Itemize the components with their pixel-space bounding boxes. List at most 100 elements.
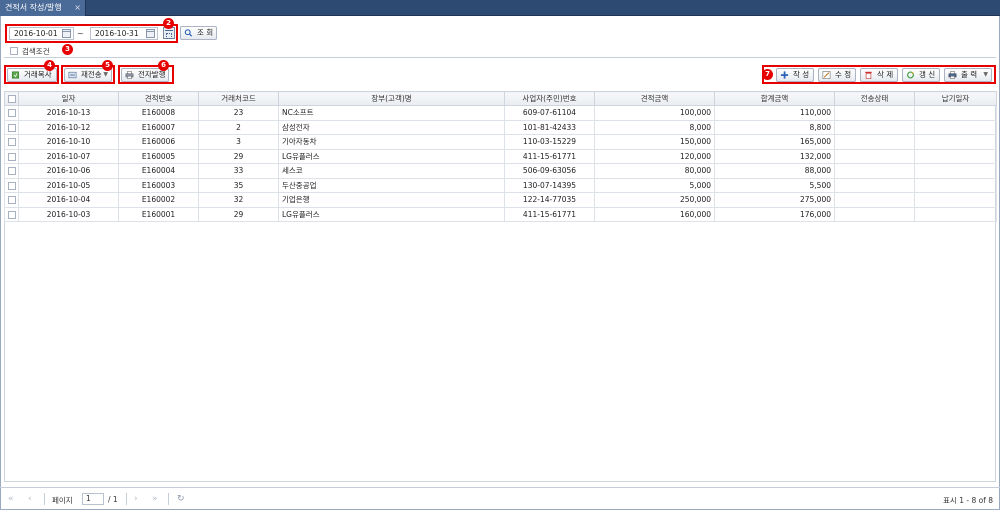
row-checkbox[interactable] (8, 152, 16, 161)
table-row[interactable]: 2016-10-06 E160004 33 세스코 506-09-63056 80,000… (4, 163, 997, 179)
first-page-button[interactable]: « (8, 494, 14, 504)
table-cell[interactable]: E160005 (118, 148, 199, 164)
table-cell[interactable] (914, 163, 997, 179)
table-cell[interactable]: 100,000 (594, 105, 715, 121)
table-row[interactable]: 2016-10-07 E160005 29 LG유플러스 411-15-61771 120… (4, 148, 997, 164)
column-header[interactable]: 납기일자 (914, 91, 997, 106)
row-checkbox[interactable] (8, 196, 16, 204)
row-checkbox[interactable] (8, 181, 16, 190)
table-cell[interactable] (834, 148, 915, 164)
column-header[interactable]: 견적금액 (594, 91, 715, 106)
column-header[interactable]: 장부(고객)명 (278, 91, 505, 106)
table-cell[interactable]: 2016-10-05 (18, 177, 119, 193)
table-cell[interactable]: 32 (198, 192, 279, 208)
renew-button[interactable]: 갱 신 (902, 68, 940, 82)
tab-quote-issue[interactable]: 견적서 작성/발행 × (0, 0, 86, 16)
row-checkbox[interactable] (8, 123, 16, 132)
table-row[interactable]: 2016-10-12 E160007 2 삼성전자 101-81-42433 8,000 8… (4, 119, 997, 135)
table-cell[interactable]: 기업은행 (278, 192, 505, 208)
table-cell[interactable]: 411-15-61771 (504, 206, 595, 222)
refresh-icon[interactable]: ↻ (177, 494, 185, 504)
last-page-button[interactable]: » (152, 494, 158, 504)
table-cell[interactable]: 609-07-61104 (504, 105, 595, 121)
table-cell[interactable]: E160004 (118, 163, 199, 179)
table-cell[interactable]: 35 (198, 177, 279, 193)
table-cell[interactable]: 2016-10-13 (18, 105, 119, 121)
table-cell[interactable] (834, 163, 915, 179)
table-cell[interactable]: 23 (198, 105, 279, 121)
table-cell[interactable] (834, 192, 915, 208)
table-cell[interactable] (834, 206, 915, 222)
row-checkbox[interactable] (8, 138, 16, 146)
table-cell[interactable]: NC소프트 (278, 105, 505, 121)
table-cell[interactable]: 2016-10-04 (18, 192, 119, 208)
table-cell[interactable]: 2 (198, 119, 279, 135)
table-row[interactable]: 2016-10-05 E160003 35 두산중공업 130-07-14395 5,00… (4, 177, 997, 193)
table-cell[interactable]: E160003 (118, 177, 199, 193)
create-button[interactable]: 작 성 (776, 68, 814, 82)
table-cell[interactable]: LG유플러스 (278, 206, 505, 222)
search-button[interactable]: 조 회 (180, 26, 217, 40)
table-cell[interactable]: 110-03-15229 (504, 134, 595, 150)
table-cell[interactable]: 8,000 (594, 119, 715, 135)
table-cell[interactable]: 80,000 (594, 163, 715, 179)
search-condition-checkbox[interactable] (10, 47, 18, 55)
table-cell[interactable]: 29 (198, 148, 279, 164)
table-cell[interactable]: 두산중공업 (278, 177, 505, 193)
column-header[interactable]: 전송상태 (834, 91, 915, 106)
table-cell[interactable]: E160007 (118, 119, 199, 135)
table-row[interactable]: 2016-10-04 E160002 32 기업은행 122-14-77035 250,0… (4, 192, 997, 208)
table-row[interactable]: 2016-10-03 E160001 29 LG유플러스 411-15-61771 160… (4, 206, 997, 222)
table-cell[interactable] (834, 134, 915, 150)
table-cell[interactable] (834, 119, 915, 135)
table-cell[interactable] (834, 177, 915, 193)
table-cell[interactable]: 176,000 (714, 206, 835, 222)
table-cell[interactable] (834, 105, 915, 121)
table-cell[interactable]: 411-15-61771 (504, 148, 595, 164)
table-cell[interactable] (914, 148, 997, 164)
column-header[interactable]: 일자 (18, 91, 119, 106)
table-cell[interactable]: E160008 (118, 105, 199, 121)
table-cell[interactable]: 132,000 (714, 148, 835, 164)
table-row[interactable]: 2016-10-10 E160006 3 기아자동차 110-03-15229 150,0… (4, 134, 997, 150)
table-cell[interactable]: 29 (198, 206, 279, 222)
table-cell[interactable]: 2016-10-07 (18, 148, 119, 164)
table-cell[interactable] (914, 119, 997, 135)
table-cell[interactable]: 88,000 (714, 163, 835, 179)
edit-button[interactable]: 수 정 (818, 68, 856, 82)
table-cell[interactable]: 250,000 (594, 192, 715, 208)
chevron-down-icon[interactable]: ▼ (983, 69, 988, 81)
table-cell[interactable]: 2016-10-12 (18, 119, 119, 135)
table-row[interactable]: 2016-10-13 E160008 23 NC소프트 609-07-61104 100,… (4, 105, 997, 121)
prev-page-button[interactable]: ‹ (28, 494, 32, 504)
table-cell[interactable] (914, 134, 997, 150)
table-cell[interactable]: 130-07-14395 (504, 177, 595, 193)
table-cell[interactable]: 2016-10-06 (18, 163, 119, 179)
table-cell[interactable]: 33 (198, 163, 279, 179)
select-all-checkbox[interactable] (8, 95, 16, 103)
table-cell[interactable]: E160002 (118, 192, 199, 208)
next-page-button[interactable]: › (134, 494, 138, 504)
row-checkbox[interactable] (8, 167, 16, 175)
table-cell[interactable]: 2016-10-10 (18, 134, 119, 150)
table-cell[interactable]: 5,500 (714, 177, 835, 193)
column-header[interactable]: 합계금액 (714, 91, 835, 106)
table-cell[interactable]: 3 (198, 134, 279, 150)
table-cell[interactable]: 세스코 (278, 163, 505, 179)
print-button[interactable]: 출 력 ▼ (944, 68, 992, 82)
table-cell[interactable]: 122-14-77035 (504, 192, 595, 208)
table-cell[interactable]: 삼성전자 (278, 119, 505, 135)
table-cell[interactable]: 8,800 (714, 119, 835, 135)
row-checkbox[interactable] (8, 210, 16, 219)
table-cell[interactable]: E160006 (118, 134, 199, 150)
table-cell[interactable]: 5,000 (594, 177, 715, 193)
table-cell[interactable]: 275,000 (714, 192, 835, 208)
table-cell[interactable]: 165,000 (714, 134, 835, 150)
column-header[interactable]: 사업자(주민)번호 (504, 91, 595, 106)
table-cell[interactable]: 506-09-63056 (504, 163, 595, 179)
table-cell[interactable]: 120,000 (594, 148, 715, 164)
close-icon[interactable]: × (74, 0, 81, 15)
delete-button[interactable]: 삭 제 (860, 68, 898, 82)
column-header[interactable]: 거래처코드 (198, 91, 279, 106)
table-cell[interactable]: 101-81-42433 (504, 119, 595, 135)
